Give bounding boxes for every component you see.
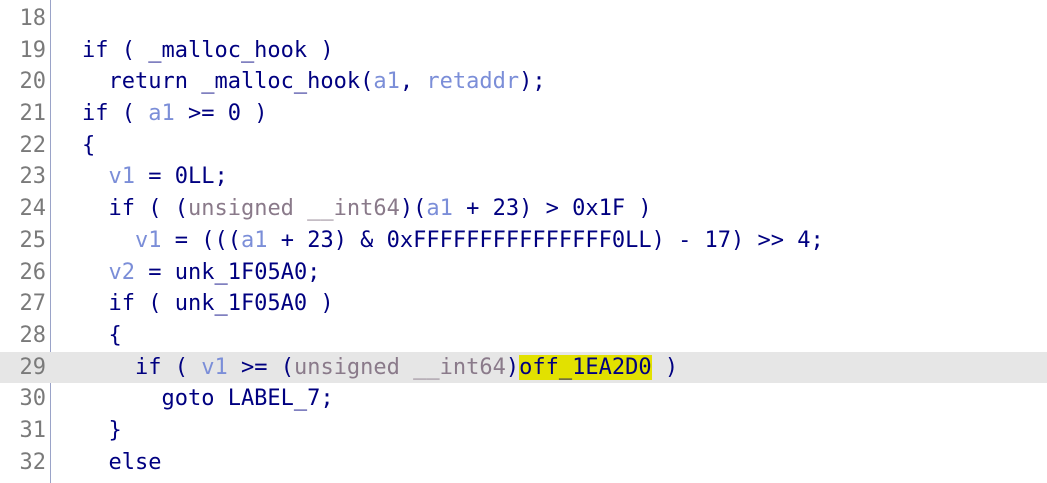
line-number: 29 [19, 354, 47, 380]
code-content: v2 = unk_1F05A0; [82, 257, 321, 289]
code-type-cast[interactable]: unsigned __int64 [188, 196, 400, 221]
code-text: if ( [82, 101, 149, 127]
code-line[interactable]: 24 if ( (unsigned __int64)(a1 + 23) > 0x… [0, 193, 1047, 225]
code-text: if ( unk_1F05A0 ) [82, 291, 334, 317]
code-line[interactable]: 20 return _malloc_hook(a1, retaddr); [0, 66, 1047, 98]
line-number: 21 [19, 101, 47, 127]
code-line[interactable]: 28 { [0, 320, 1047, 352]
code-text: )( [399, 196, 427, 222]
code-type-cast[interactable]: unsigned __int64 [294, 355, 506, 380]
code-text: if ( _malloc_hook ) [82, 37, 334, 63]
line-number: 27 [19, 291, 47, 317]
code-content: v1 = 0LL; [82, 161, 228, 193]
code-content: v1 = (((a1 + 23) & 0xFFFFFFFFFFFFFFF0LL)… [82, 225, 824, 257]
line-number: 32 [19, 449, 47, 475]
line-number: 25 [19, 227, 47, 253]
code-line[interactable]: 21 if ( a1 >= 0 ) [0, 98, 1047, 130]
code-content: else [82, 447, 161, 479]
line-number: 30 [19, 386, 47, 412]
code-line[interactable]: 30 goto LABEL_7; [0, 383, 1047, 415]
code-content: if ( v1 >= (unsigned __int64)off_1EA2D0 … [82, 352, 678, 384]
code-text: = unk_1F05A0; [135, 259, 321, 285]
code-content: return _malloc_hook(a1, retaddr); [82, 66, 546, 98]
code-variable[interactable]: v1 [135, 228, 162, 253]
line-number: 28 [19, 322, 47, 348]
line-number: 22 [19, 132, 47, 158]
line-number: 19 [19, 37, 47, 63]
current-code-line[interactable]: 29 if ( v1 >= (unsigned __int64)off_1EA2… [0, 351, 1047, 384]
code-text: { [82, 322, 122, 348]
code-content: goto LABEL_7; [82, 383, 334, 415]
line-number: 23 [19, 164, 47, 190]
code-variable[interactable]: v1 [201, 355, 228, 380]
code-variable[interactable]: a1 [148, 101, 175, 126]
code-line[interactable]: 25 v1 = (((a1 + 23) & 0xFFFFFFFFFFFFFFF0… [0, 225, 1047, 257]
code-content: { [82, 320, 122, 352]
code-content: } [82, 415, 122, 447]
code-text: ) [505, 354, 520, 380]
code-line[interactable]: 22 { [0, 130, 1047, 162]
code-variable[interactable]: a1 [426, 196, 453, 221]
code-content: if ( a1 >= 0 ) [82, 98, 267, 130]
line-number: 18 [19, 6, 47, 31]
code-content: { [82, 130, 95, 162]
code-variable[interactable]: a1 [241, 228, 268, 253]
code-line[interactable]: 18 [0, 3, 1047, 35]
code-line[interactable]: 32 else [0, 447, 1047, 479]
code-text: = ((( [161, 227, 241, 253]
line-number: 24 [19, 196, 47, 222]
code-line[interactable]: 19 if ( _malloc_hook ) [0, 35, 1047, 67]
code-lines: 18 19 if ( _malloc_hook ) 20 return _malloc… [0, 3, 1047, 478]
code-text: = 0LL; [135, 164, 228, 190]
code-text: else [82, 449, 162, 475]
code-line[interactable]: 26 v2 = unk_1F05A0; [0, 257, 1047, 289]
code-text: ); [519, 69, 546, 95]
code-line[interactable]: 23 v1 = 0LL; [0, 161, 1047, 193]
code-text: } [82, 417, 122, 443]
code-variable[interactable]: a1 [373, 69, 400, 94]
line-number: 26 [19, 259, 47, 285]
code-variable[interactable]: retaddr [426, 69, 519, 94]
highlighted-identifier[interactable]: off_1EA2D0 [519, 354, 652, 380]
code-text: + 23) & 0xFFFFFFFFFFFFFFF0LL) - 17) >> 4… [267, 227, 824, 253]
line-number: 20 [19, 69, 47, 95]
code-text: >= ( [227, 354, 294, 380]
code-line[interactable]: 31 } [0, 415, 1047, 447]
code-text: , [399, 69, 427, 95]
code-text: return _malloc_hook( [82, 69, 374, 95]
code-text: >= 0 ) [174, 101, 268, 127]
pseudocode-view[interactable]: 18 19 if ( _malloc_hook ) 20 return _malloc… [0, 0, 1047, 483]
code-content: if ( _malloc_hook ) [82, 35, 334, 67]
code-text: + 23) > 0x1F ) [452, 196, 652, 222]
code-content: if ( (unsigned __int64)(a1 + 23) > 0x1F … [82, 193, 652, 225]
code-variable[interactable]: v1 [109, 164, 136, 189]
code-variable[interactable]: v2 [109, 260, 136, 285]
code-text: goto LABEL_7; [82, 386, 334, 412]
code-text: if ( ( [82, 196, 188, 222]
code-text: ) [651, 354, 679, 380]
code-text: { [82, 132, 96, 158]
line-number: 31 [19, 417, 47, 443]
code-line[interactable]: 27 if ( unk_1F05A0 ) [0, 288, 1047, 320]
code-content: if ( unk_1F05A0 ) [82, 288, 334, 320]
code-text: if ( [82, 354, 202, 380]
